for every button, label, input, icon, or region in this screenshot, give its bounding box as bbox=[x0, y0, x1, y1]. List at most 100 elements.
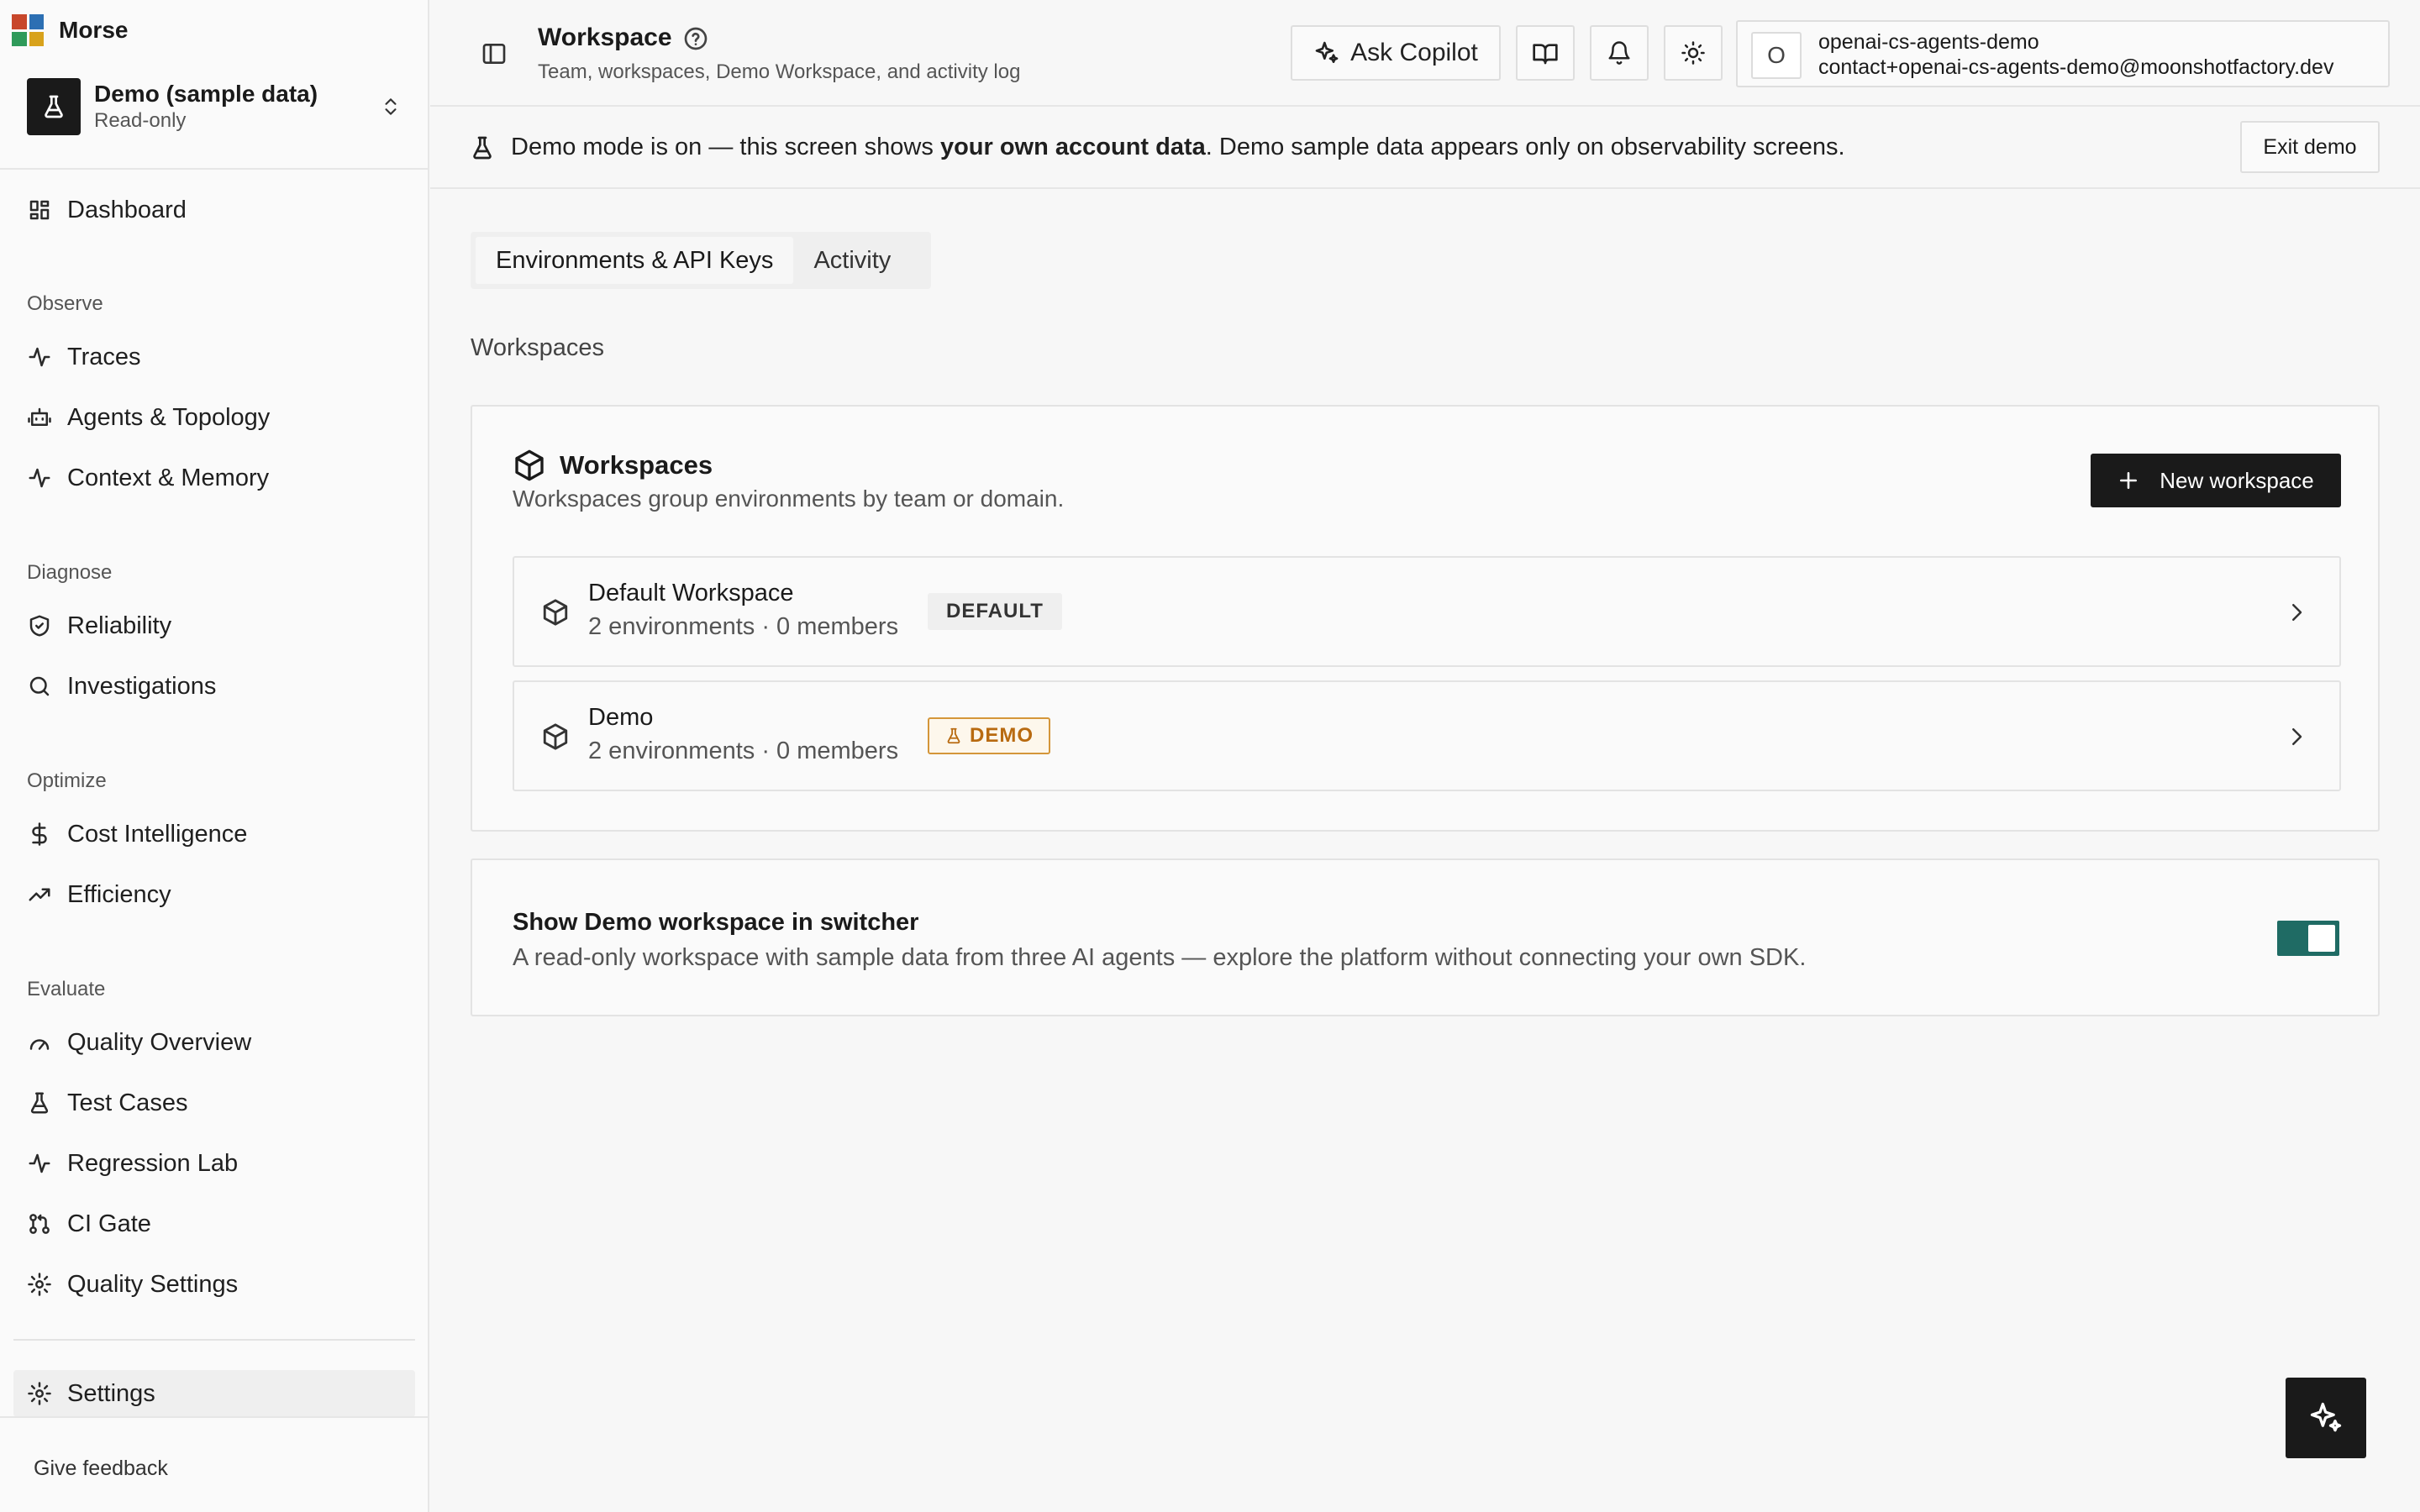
demo-mode-banner: Demo mode is on — this screen shows your… bbox=[430, 108, 2420, 189]
chevron-right-icon bbox=[2284, 600, 2309, 625]
theme-toggle-button[interactable] bbox=[1664, 25, 1723, 81]
sidebar-item-test-cases[interactable]: Test Cases bbox=[13, 1079, 415, 1126]
sidebar-item-cost-intelligence[interactable]: Cost Intelligence bbox=[13, 811, 415, 858]
ask-copilot-button[interactable]: Ask Copilot bbox=[1291, 25, 1501, 81]
brand[interactable]: Morse bbox=[12, 14, 128, 46]
give-feedback-link[interactable]: Give feedback bbox=[34, 1457, 168, 1481]
account-email: contact+openai-cs-agents-demo@moonshotfa… bbox=[1818, 55, 2334, 79]
sidebar-item-investigations[interactable]: Investigations bbox=[13, 663, 415, 710]
sidebar-item-traces[interactable]: Traces bbox=[13, 333, 415, 381]
search-icon bbox=[29, 676, 50, 696]
copilot-fab-button[interactable] bbox=[2286, 1378, 2366, 1458]
app-name: Morse bbox=[59, 17, 129, 43]
sidebar-item-context-memory[interactable]: Context & Memory bbox=[13, 454, 415, 501]
card-description: Workspaces group environments by team or… bbox=[513, 486, 1065, 512]
default-badge: DEFAULT bbox=[928, 593, 1062, 630]
account-menu[interactable]: O openai-cs-agents-demo contact+openai-c… bbox=[1736, 20, 2390, 87]
morse-logo-icon bbox=[12, 14, 44, 46]
sidebar-item-regression-lab[interactable]: Regression Lab bbox=[13, 1140, 415, 1187]
avatar: O bbox=[1751, 32, 1802, 79]
workspaces-card: Workspaces Workspaces group environments… bbox=[471, 405, 2380, 832]
new-workspace-label: New workspace bbox=[2160, 467, 2314, 493]
activity-icon bbox=[29, 468, 50, 488]
activity-icon bbox=[29, 1153, 50, 1173]
help-circle-icon[interactable] bbox=[682, 25, 709, 52]
flask-icon bbox=[947, 727, 960, 744]
show-demo-toggle[interactable] bbox=[2277, 921, 2339, 956]
workspace-mode: Read-only bbox=[94, 109, 187, 132]
sidebar-item-agents-topology[interactable]: Agents & Topology bbox=[13, 394, 415, 441]
top-bar: Workspace Team, workspaces, Demo Workspa… bbox=[430, 0, 2420, 107]
sidebar-item-label: Investigations bbox=[67, 672, 217, 700]
box-icon bbox=[541, 598, 570, 627]
box-icon bbox=[513, 449, 546, 482]
trending-up-icon bbox=[29, 888, 50, 901]
account-name: openai-cs-agents-demo bbox=[1818, 30, 2039, 54]
workspace-name: Demo (sample data) bbox=[94, 81, 318, 107]
box-icon bbox=[541, 722, 570, 751]
sidebar-item-label: Reliability bbox=[67, 612, 172, 639]
toggle-knob bbox=[2308, 925, 2335, 952]
book-open-icon bbox=[1533, 44, 1558, 65]
dashboard-icon bbox=[29, 200, 50, 220]
sidebar: Morse Demo (sample data) Read-only Dashb… bbox=[0, 0, 429, 1512]
flask-icon bbox=[27, 78, 81, 135]
sidebar-item-dashboard[interactable]: Dashboard bbox=[13, 186, 415, 234]
git-pull-request-icon bbox=[29, 1214, 50, 1234]
demo-mode-message: Demo mode is on — this screen shows your… bbox=[511, 134, 1845, 160]
demo-switcher-description: A read-only workspace with sample data f… bbox=[513, 944, 1807, 971]
sidebar-item-label: Cost Intelligence bbox=[67, 820, 248, 848]
docs-button[interactable] bbox=[1516, 25, 1575, 81]
exit-demo-button[interactable]: Exit demo bbox=[2240, 121, 2380, 173]
flask-icon bbox=[30, 1092, 49, 1114]
sidebar-item-label: Dashboard bbox=[67, 196, 187, 223]
sidebar-item-label: Efficiency bbox=[67, 880, 171, 908]
section-diagnose: Diagnose bbox=[27, 561, 113, 584]
workspace-meta: 2 environments · 0 members bbox=[588, 738, 899, 764]
sidebar-item-reliability[interactable]: Reliability bbox=[13, 602, 415, 649]
sidebar-item-settings[interactable]: Settings bbox=[13, 1370, 415, 1417]
sidebar-item-label: Test Cases bbox=[67, 1089, 188, 1116]
sidebar-item-label: Settings bbox=[67, 1379, 155, 1407]
demo-badge: DEMO bbox=[928, 717, 1050, 754]
demo-badge-label: DEMO bbox=[970, 724, 1034, 747]
section-heading: Workspaces bbox=[471, 334, 605, 361]
workspace-row-default[interactable]: Default Workspace 2 environments · 0 mem… bbox=[513, 556, 2341, 667]
demo-switcher-card: Show Demo workspace in switcher A read-o… bbox=[471, 858, 2380, 1016]
sidebar-item-quality-overview[interactable]: Quality Overview bbox=[13, 1019, 415, 1066]
sidebar-divider bbox=[0, 168, 429, 170]
tab-activity[interactable]: Activity bbox=[793, 237, 911, 284]
notifications-button[interactable] bbox=[1590, 25, 1649, 81]
sidebar-item-quality-settings[interactable]: Quality Settings bbox=[13, 1261, 415, 1308]
sidebar-divider bbox=[13, 1339, 415, 1341]
gear-icon bbox=[28, 1273, 51, 1296]
section-evaluate: Evaluate bbox=[27, 978, 106, 1000]
bot-icon bbox=[28, 407, 51, 426]
workspace-meta: 2 environments · 0 members bbox=[588, 613, 899, 640]
sidebar-item-label: Regression Lab bbox=[67, 1149, 239, 1177]
section-observe: Observe bbox=[27, 292, 103, 315]
sidebar-item-label: Traces bbox=[67, 343, 141, 370]
sidebar-item-label: Context & Memory bbox=[67, 464, 270, 491]
card-title: Workspaces bbox=[560, 450, 713, 480]
ask-copilot-label: Ask Copilot bbox=[1350, 39, 1478, 66]
page-title: Workspace bbox=[538, 24, 672, 51]
workspace-switcher[interactable]: Demo (sample data) Read-only bbox=[27, 77, 405, 136]
gauge-icon bbox=[29, 1039, 50, 1050]
bell-icon bbox=[1608, 41, 1630, 65]
tab-environments-api-keys[interactable]: Environments & API Keys bbox=[476, 237, 794, 284]
workspace-name: Default Workspace bbox=[588, 580, 794, 606]
sun-icon bbox=[1681, 41, 1705, 65]
workspace-row-demo[interactable]: Demo 2 environments · 0 members DEMO bbox=[513, 680, 2341, 791]
chevron-right-icon bbox=[2284, 724, 2309, 749]
new-workspace-button[interactable]: New workspace bbox=[2091, 454, 2341, 507]
section-optimize: Optimize bbox=[27, 769, 107, 792]
plus-icon bbox=[2120, 472, 2138, 489]
sidebar-item-label: Quality Overview bbox=[67, 1028, 252, 1056]
sidebar-item-efficiency[interactable]: Efficiency bbox=[13, 871, 415, 918]
activity-icon bbox=[29, 347, 50, 367]
sidebar-toggle-icon[interactable] bbox=[481, 40, 508, 67]
sidebar-item-ci-gate[interactable]: CI Gate bbox=[13, 1200, 415, 1247]
page-subtitle: Team, workspaces, Demo Workspace, and ac… bbox=[538, 60, 1021, 83]
sidebar-item-label: Quality Settings bbox=[67, 1270, 239, 1298]
